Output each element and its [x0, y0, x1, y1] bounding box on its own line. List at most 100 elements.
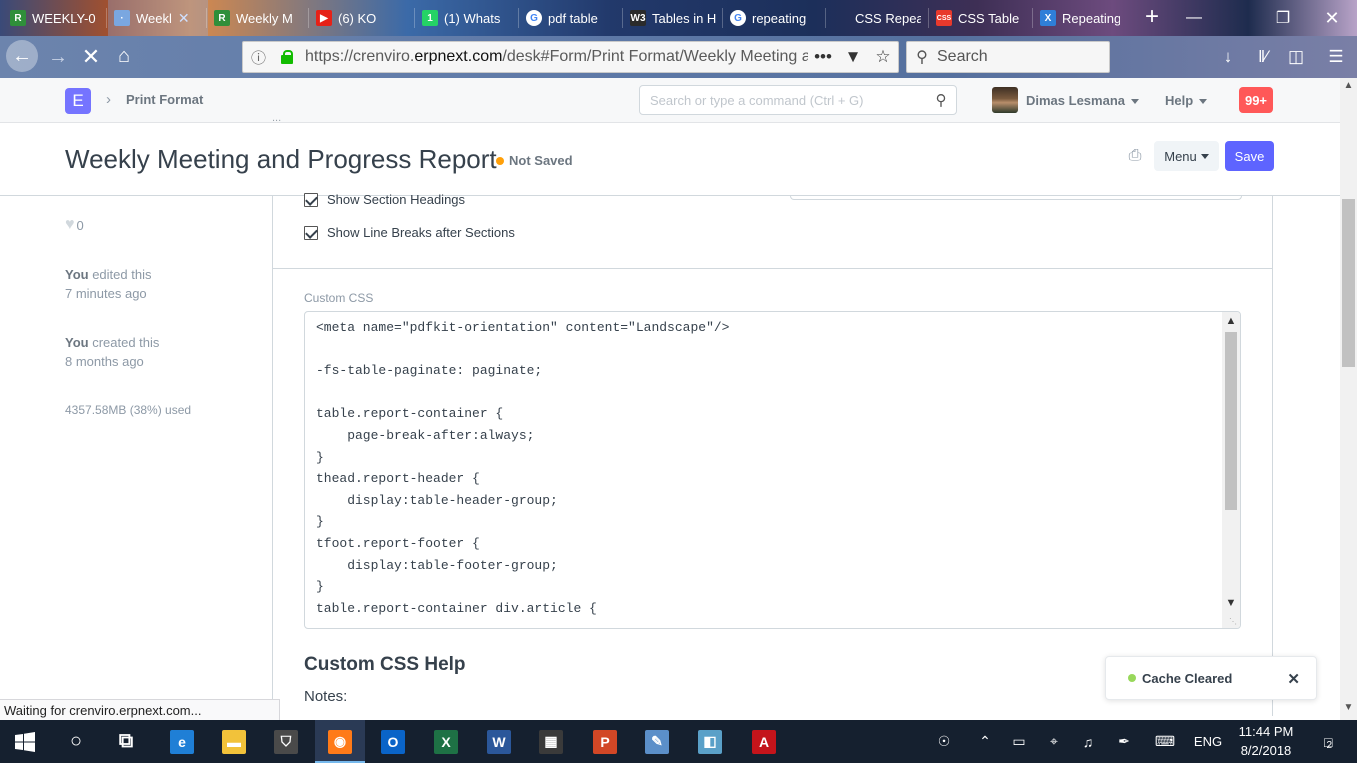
command-search-input[interactable] — [650, 92, 926, 108]
code-line[interactable]: page-break-after:always; — [316, 425, 729, 447]
hamburger-menu-icon[interactable]: ☰ — [1323, 44, 1349, 70]
url-text[interactable]: https://crenviro.erpnext.com/desk#Form/P… — [305, 48, 808, 66]
page-scrollbar[interactable]: ▲ ▼ — [1340, 78, 1357, 720]
code-line[interactable]: thead.report-header { — [316, 468, 729, 490]
taskbar-cortana[interactable]: ○ — [51, 720, 101, 763]
language-indicator[interactable]: ENG — [1188, 720, 1228, 763]
code-line[interactable] — [316, 339, 729, 361]
code-line[interactable]: } — [316, 576, 729, 598]
library-icon[interactable]: ‖⁄ — [1250, 44, 1276, 70]
resize-handle-icon[interactable]: ⋱ — [1229, 618, 1237, 626]
browser-tab[interactable]: R Weekly M — [208, 0, 308, 36]
chevron-up-icon[interactable]: ⌃ — [973, 720, 997, 763]
pen-icon[interactable]: ✒ — [1110, 720, 1138, 763]
code-line[interactable]: display:table-footer-group; — [316, 555, 729, 577]
minimize-button[interactable]: — — [1171, 0, 1217, 36]
code-line[interactable]: tfoot.report-footer { — [316, 533, 729, 555]
erpnext-logo[interactable]: E — [65, 88, 91, 114]
start-button[interactable] — [0, 720, 50, 763]
awesome-bar[interactable]: ⚲ — [639, 85, 957, 115]
action-center-button[interactable]: □ 2 — [1308, 720, 1348, 763]
browser-tab[interactable]: CSS CSS Table — [930, 0, 1030, 36]
taskbar-edge[interactable]: e — [157, 720, 207, 763]
browser-tab[interactable]: W3 Tables in H — [624, 0, 724, 36]
blank-icon — [833, 10, 849, 26]
scroll-down-icon[interactable]: ▼ — [1340, 702, 1357, 718]
taskbar-excel[interactable]: X — [421, 720, 471, 763]
code-line[interactable]: table.report-container div.article { — [316, 598, 729, 620]
clock[interactable]: 11:44 PM 8/2/2018 — [1226, 722, 1306, 760]
new-tab-button[interactable]: + — [1140, 4, 1164, 32]
people-icon[interactable]: ☉ — [930, 720, 958, 763]
close-tab-icon[interactable]: ✕ — [178, 10, 190, 27]
downloads-icon[interactable]: ↓ — [1215, 44, 1241, 70]
code-line[interactable]: } — [316, 511, 729, 533]
taskbar-task-view[interactable]: ⧉ — [101, 720, 151, 763]
code-line[interactable]: <meta name="pdfkit-orientation" content=… — [316, 317, 729, 339]
editor-scrollbar[interactable]: ▲ ▼ — [1222, 312, 1240, 628]
taskbar-acrobat[interactable]: A — [739, 720, 789, 763]
taskbar-outlook[interactable]: O — [368, 720, 418, 763]
custom-css-editor[interactable]: <meta name="pdfkit-orientation" content=… — [304, 311, 1241, 629]
browser-tab[interactable]: X Repeating — [1034, 0, 1126, 36]
keyboard-icon[interactable]: ⌨ — [1148, 720, 1182, 763]
show-section-headings-checkbox[interactable]: Show Section Headings — [304, 192, 465, 207]
caret-down-icon — [1131, 99, 1139, 105]
show-line-breaks-checkbox[interactable]: Show Line Breaks after Sections — [304, 225, 515, 240]
info-icon[interactable]: ⓘ — [251, 47, 275, 68]
home-button[interactable]: ⌂ — [109, 41, 139, 71]
browser-tab[interactable]: CSS Repeated — [827, 0, 927, 36]
url-bar[interactable]: ⓘ https://crenviro.erpnext.com/desk#Form… — [242, 41, 899, 73]
notifications-badge[interactable]: 99+ — [1239, 87, 1273, 113]
wifi-icon[interactable]: ⌖ — [1040, 720, 1068, 763]
browser-tab[interactable]: · Weekl ✕ — [108, 0, 208, 36]
browser-tab[interactable]: ▶ (6) KO — [310, 0, 410, 36]
taskbar-powerpoint[interactable]: P — [580, 720, 630, 763]
volume-icon[interactable]: ♫ — [1074, 720, 1102, 763]
help-menu[interactable]: Help — [1165, 93, 1208, 108]
battery-icon[interactable]: ▭ — [1006, 720, 1032, 763]
code-line[interactable]: -fs-table-paginate: paginate; — [316, 360, 729, 382]
menu-button[interactable]: Menu — [1154, 141, 1219, 171]
restore-button[interactable]: ❐ — [1260, 0, 1306, 36]
taskbar-file-explorer[interactable]: ▬ — [209, 720, 259, 763]
taskbar-word[interactable]: W — [474, 720, 524, 763]
avatar[interactable] — [992, 87, 1018, 113]
browser-tab[interactable]: 1 (1) Whats — [416, 0, 516, 36]
close-icon[interactable]: ✕ — [1287, 670, 1300, 688]
browser-search-bar[interactable]: ⚲ Search — [906, 41, 1110, 73]
bookmark-star-icon[interactable]: ☆ — [868, 47, 898, 67]
like-button[interactable]: ♥ 0 — [65, 216, 84, 234]
user-menu[interactable]: Dimas Lesmana — [1026, 93, 1139, 108]
taskbar-paint[interactable]: ✎ — [632, 720, 682, 763]
scroll-down-icon[interactable]: ▼ — [1222, 594, 1240, 612]
code-line[interactable] — [316, 382, 729, 404]
checkbox[interactable] — [304, 192, 318, 207]
close-window-button[interactable]: ✕ — [1309, 0, 1355, 36]
checkbox[interactable] — [304, 225, 318, 240]
taskbar-notes[interactable]: ◧ — [685, 720, 735, 763]
taskbar-store[interactable]: ⛉ — [261, 720, 311, 763]
code-line[interactable]: table.report-container { — [316, 403, 729, 425]
code-line[interactable]: display:table-header-group; — [316, 490, 729, 512]
scroll-up-icon[interactable]: ▲ — [1340, 80, 1357, 96]
back-button[interactable]: ← — [6, 40, 38, 72]
stop-button[interactable]: ✕ — [76, 42, 106, 72]
scroll-thumb[interactable] — [1342, 199, 1355, 367]
pocket-icon[interactable]: ▼ — [838, 47, 868, 67]
code-content[interactable]: <meta name="pdfkit-orientation" content=… — [316, 317, 729, 619]
more-actions-icon[interactable]: ••• — [808, 47, 838, 67]
browser-tab[interactable]: Grepeating — [724, 0, 824, 36]
browser-tab[interactable]: Gpdf table — [520, 0, 620, 36]
forward-button[interactable]: → — [43, 42, 73, 72]
taskbar-calculator[interactable]: ▦ — [526, 720, 576, 763]
print-icon[interactable]: ⎙ — [1125, 146, 1145, 166]
sidebar-icon[interactable]: ◫ — [1283, 44, 1309, 70]
breadcrumb[interactable]: Print Format — [126, 92, 203, 107]
taskbar-firefox[interactable]: ◉ — [315, 720, 365, 763]
code-line[interactable]: } — [316, 447, 729, 469]
scroll-thumb[interactable] — [1225, 332, 1237, 510]
save-button[interactable]: Save — [1225, 141, 1274, 171]
browser-tab[interactable]: R WEEKLY-0 — [4, 0, 104, 36]
scroll-up-icon[interactable]: ▲ — [1222, 312, 1240, 330]
